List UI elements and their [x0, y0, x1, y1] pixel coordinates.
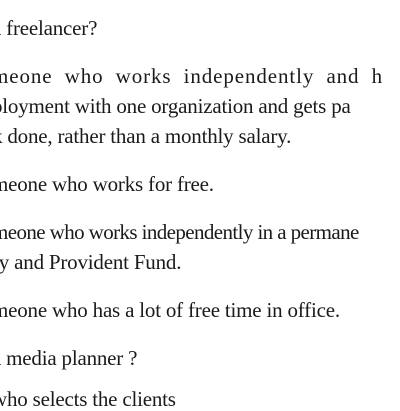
question-1-text: a freelancer?	[0, 16, 98, 40]
option-c-line-2: ry and Provident Fund.	[0, 250, 182, 274]
option-c-line-1: meone who works independently in a perma…	[0, 220, 359, 244]
question-2-text: a media planner ?	[0, 346, 138, 370]
option-a-line-1: meone who works independently and h	[0, 64, 384, 88]
option-a-line-2: ployment with one organization and gets …	[0, 94, 351, 118]
option-b-line-1: meone who works for free.	[0, 172, 214, 196]
option-d-line-1: meone who has a lot of free time in offi…	[0, 298, 340, 322]
option-a-line-3: k done, rather than a monthly salary.	[0, 124, 292, 148]
